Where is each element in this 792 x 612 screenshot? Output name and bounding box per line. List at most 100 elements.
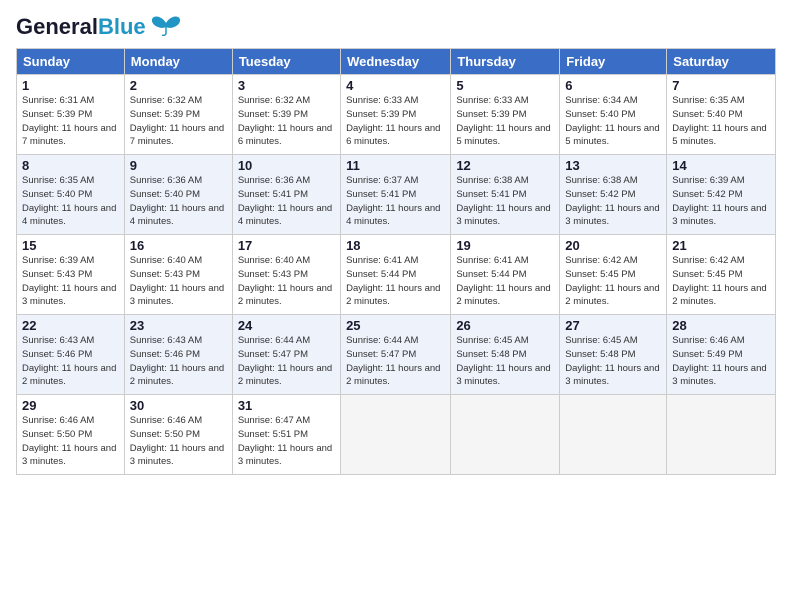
- header-friday: Friday: [560, 49, 667, 75]
- header-wednesday: Wednesday: [341, 49, 451, 75]
- calendar-table: Sunday Monday Tuesday Wednesday Thursday…: [16, 48, 776, 475]
- calendar-day-cell: 11Sunrise: 6:37 AMSunset: 5:41 PMDayligh…: [341, 155, 451, 235]
- day-number: 28: [672, 318, 770, 333]
- day-number: 15: [22, 238, 119, 253]
- day-number: 26: [456, 318, 554, 333]
- day-info: Sunrise: 6:41 AMSunset: 5:44 PMDaylight:…: [456, 254, 554, 309]
- day-info: Sunrise: 6:46 AMSunset: 5:50 PMDaylight:…: [22, 414, 119, 469]
- day-number: 29: [22, 398, 119, 413]
- calendar-day-cell: 1Sunrise: 6:31 AMSunset: 5:39 PMDaylight…: [17, 75, 125, 155]
- calendar-day-cell: 26Sunrise: 6:45 AMSunset: 5:48 PMDayligh…: [451, 315, 560, 395]
- logo-bird-icon: [150, 15, 182, 37]
- calendar-day-cell: 5Sunrise: 6:33 AMSunset: 5:39 PMDaylight…: [451, 75, 560, 155]
- day-info: Sunrise: 6:41 AMSunset: 5:44 PMDaylight:…: [346, 254, 445, 309]
- day-number: 11: [346, 158, 445, 173]
- calendar-day-cell: 10Sunrise: 6:36 AMSunset: 5:41 PMDayligh…: [232, 155, 340, 235]
- day-number: 21: [672, 238, 770, 253]
- calendar-week-row: 29Sunrise: 6:46 AMSunset: 5:50 PMDayligh…: [17, 395, 776, 475]
- calendar-day-cell: 31Sunrise: 6:47 AMSunset: 5:51 PMDayligh…: [232, 395, 340, 475]
- logo: GeneralBlue: [16, 16, 182, 38]
- calendar-day-cell: 20Sunrise: 6:42 AMSunset: 5:45 PMDayligh…: [560, 235, 667, 315]
- calendar-empty-cell: [560, 395, 667, 475]
- calendar-day-cell: 22Sunrise: 6:43 AMSunset: 5:46 PMDayligh…: [17, 315, 125, 395]
- page-container: GeneralBlue Sunday Monday Tuesday Wednes…: [0, 0, 792, 483]
- calendar-day-cell: 24Sunrise: 6:44 AMSunset: 5:47 PMDayligh…: [232, 315, 340, 395]
- day-info: Sunrise: 6:42 AMSunset: 5:45 PMDaylight:…: [565, 254, 661, 309]
- day-number: 16: [130, 238, 227, 253]
- calendar-day-cell: 18Sunrise: 6:41 AMSunset: 5:44 PMDayligh…: [341, 235, 451, 315]
- calendar-day-cell: 23Sunrise: 6:43 AMSunset: 5:46 PMDayligh…: [124, 315, 232, 395]
- day-info: Sunrise: 6:39 AMSunset: 5:43 PMDaylight:…: [22, 254, 119, 309]
- header-saturday: Saturday: [667, 49, 776, 75]
- calendar-day-cell: 16Sunrise: 6:40 AMSunset: 5:43 PMDayligh…: [124, 235, 232, 315]
- calendar-day-cell: 28Sunrise: 6:46 AMSunset: 5:49 PMDayligh…: [667, 315, 776, 395]
- header-monday: Monday: [124, 49, 232, 75]
- day-number: 23: [130, 318, 227, 333]
- day-info: Sunrise: 6:45 AMSunset: 5:48 PMDaylight:…: [456, 334, 554, 389]
- day-info: Sunrise: 6:43 AMSunset: 5:46 PMDaylight:…: [130, 334, 227, 389]
- calendar-day-cell: 25Sunrise: 6:44 AMSunset: 5:47 PMDayligh…: [341, 315, 451, 395]
- day-number: 5: [456, 78, 554, 93]
- day-info: Sunrise: 6:31 AMSunset: 5:39 PMDaylight:…: [22, 94, 119, 149]
- day-info: Sunrise: 6:40 AMSunset: 5:43 PMDaylight:…: [238, 254, 335, 309]
- calendar-empty-cell: [667, 395, 776, 475]
- day-info: Sunrise: 6:33 AMSunset: 5:39 PMDaylight:…: [346, 94, 445, 149]
- day-number: 7: [672, 78, 770, 93]
- day-number: 17: [238, 238, 335, 253]
- day-info: Sunrise: 6:47 AMSunset: 5:51 PMDaylight:…: [238, 414, 335, 469]
- calendar-empty-cell: [451, 395, 560, 475]
- calendar-day-cell: 15Sunrise: 6:39 AMSunset: 5:43 PMDayligh…: [17, 235, 125, 315]
- day-number: 4: [346, 78, 445, 93]
- calendar-week-row: 22Sunrise: 6:43 AMSunset: 5:46 PMDayligh…: [17, 315, 776, 395]
- day-info: Sunrise: 6:35 AMSunset: 5:40 PMDaylight:…: [672, 94, 770, 149]
- calendar-day-cell: 13Sunrise: 6:38 AMSunset: 5:42 PMDayligh…: [560, 155, 667, 235]
- calendar-day-cell: 19Sunrise: 6:41 AMSunset: 5:44 PMDayligh…: [451, 235, 560, 315]
- day-number: 9: [130, 158, 227, 173]
- day-info: Sunrise: 6:42 AMSunset: 5:45 PMDaylight:…: [672, 254, 770, 309]
- day-info: Sunrise: 6:32 AMSunset: 5:39 PMDaylight:…: [130, 94, 227, 149]
- calendar-day-cell: 12Sunrise: 6:38 AMSunset: 5:41 PMDayligh…: [451, 155, 560, 235]
- calendar-day-cell: 27Sunrise: 6:45 AMSunset: 5:48 PMDayligh…: [560, 315, 667, 395]
- header: GeneralBlue: [16, 16, 776, 38]
- header-tuesday: Tuesday: [232, 49, 340, 75]
- day-number: 30: [130, 398, 227, 413]
- calendar-empty-cell: [341, 395, 451, 475]
- day-info: Sunrise: 6:34 AMSunset: 5:40 PMDaylight:…: [565, 94, 661, 149]
- day-number: 6: [565, 78, 661, 93]
- calendar-day-cell: 14Sunrise: 6:39 AMSunset: 5:42 PMDayligh…: [667, 155, 776, 235]
- day-number: 10: [238, 158, 335, 173]
- day-number: 19: [456, 238, 554, 253]
- calendar-day-cell: 6Sunrise: 6:34 AMSunset: 5:40 PMDaylight…: [560, 75, 667, 155]
- day-info: Sunrise: 6:38 AMSunset: 5:41 PMDaylight:…: [456, 174, 554, 229]
- day-info: Sunrise: 6:32 AMSunset: 5:39 PMDaylight:…: [238, 94, 335, 149]
- calendar-day-cell: 2Sunrise: 6:32 AMSunset: 5:39 PMDaylight…: [124, 75, 232, 155]
- day-number: 24: [238, 318, 335, 333]
- day-info: Sunrise: 6:35 AMSunset: 5:40 PMDaylight:…: [22, 174, 119, 229]
- calendar-day-cell: 7Sunrise: 6:35 AMSunset: 5:40 PMDaylight…: [667, 75, 776, 155]
- calendar-day-cell: 29Sunrise: 6:46 AMSunset: 5:50 PMDayligh…: [17, 395, 125, 475]
- calendar-day-cell: 4Sunrise: 6:33 AMSunset: 5:39 PMDaylight…: [341, 75, 451, 155]
- calendar-week-row: 1Sunrise: 6:31 AMSunset: 5:39 PMDaylight…: [17, 75, 776, 155]
- weekday-header-row: Sunday Monday Tuesday Wednesday Thursday…: [17, 49, 776, 75]
- calendar-day-cell: 8Sunrise: 6:35 AMSunset: 5:40 PMDaylight…: [17, 155, 125, 235]
- day-info: Sunrise: 6:39 AMSunset: 5:42 PMDaylight:…: [672, 174, 770, 229]
- day-number: 22: [22, 318, 119, 333]
- logo-blue: Blue: [98, 14, 146, 39]
- day-number: 18: [346, 238, 445, 253]
- day-number: 3: [238, 78, 335, 93]
- day-number: 20: [565, 238, 661, 253]
- header-thursday: Thursday: [451, 49, 560, 75]
- day-info: Sunrise: 6:36 AMSunset: 5:41 PMDaylight:…: [238, 174, 335, 229]
- day-number: 8: [22, 158, 119, 173]
- day-info: Sunrise: 6:38 AMSunset: 5:42 PMDaylight:…: [565, 174, 661, 229]
- day-info: Sunrise: 6:43 AMSunset: 5:46 PMDaylight:…: [22, 334, 119, 389]
- day-info: Sunrise: 6:40 AMSunset: 5:43 PMDaylight:…: [130, 254, 227, 309]
- day-info: Sunrise: 6:46 AMSunset: 5:49 PMDaylight:…: [672, 334, 770, 389]
- day-number: 13: [565, 158, 661, 173]
- calendar-day-cell: 3Sunrise: 6:32 AMSunset: 5:39 PMDaylight…: [232, 75, 340, 155]
- calendar-day-cell: 21Sunrise: 6:42 AMSunset: 5:45 PMDayligh…: [667, 235, 776, 315]
- header-sunday: Sunday: [17, 49, 125, 75]
- day-info: Sunrise: 6:37 AMSunset: 5:41 PMDaylight:…: [346, 174, 445, 229]
- calendar-day-cell: 17Sunrise: 6:40 AMSunset: 5:43 PMDayligh…: [232, 235, 340, 315]
- day-info: Sunrise: 6:44 AMSunset: 5:47 PMDaylight:…: [346, 334, 445, 389]
